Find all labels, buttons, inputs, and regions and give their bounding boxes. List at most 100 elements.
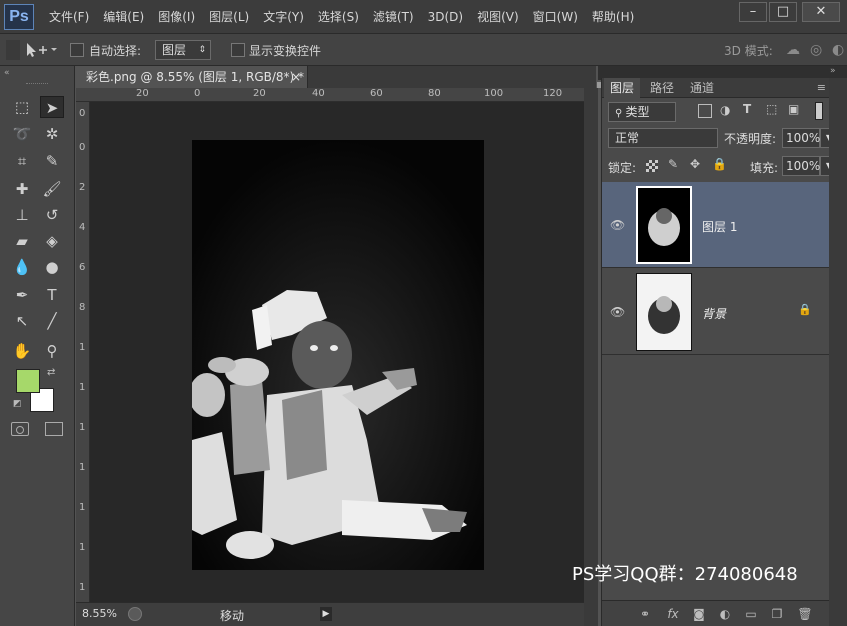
tab-channels[interactable]: 通道: [684, 78, 720, 98]
filter-type-icon[interactable]: T: [743, 102, 751, 116]
show-transform-checkbox[interactable]: [231, 42, 245, 57]
quick-mask-icon[interactable]: [11, 422, 29, 436]
collapse-toolbox-icon[interactable]: «: [4, 68, 10, 78]
visibility-eye-icon[interactable]: 👁: [610, 218, 625, 232]
vertical-scrollbar[interactable]: [584, 88, 598, 626]
move-tool-icon[interactable]: ➤: [40, 96, 64, 118]
paint-bucket-tool-icon[interactable]: ◈: [40, 230, 64, 252]
foreground-color-swatch[interactable]: [16, 369, 40, 393]
document-tab[interactable]: 彩色.png @ 8.55% (图层 1, RGB/8*) * ×: [76, 66, 308, 88]
lock-transparent-pixels-icon[interactable]: [646, 160, 658, 172]
layer-name[interactable]: 图层 1: [702, 218, 737, 235]
magic-wand-tool-icon[interactable]: ✲: [40, 123, 64, 145]
move-tool-preset-picker[interactable]: [24, 40, 58, 60]
layer-thumbnail-image: [648, 296, 680, 334]
pen-tool-icon[interactable]: ✒: [10, 284, 34, 306]
lock-position-icon[interactable]: ✥: [690, 157, 700, 171]
ruler-label: 1: [79, 582, 86, 593]
menu-help[interactable]: 帮助(H): [585, 0, 641, 34]
menu-select[interactable]: 选择(S): [311, 0, 366, 34]
delete-layer-icon[interactable]: 🗑: [796, 605, 814, 623]
watermark-text: PS学习QQ群：274080648: [572, 564, 798, 585]
document-image[interactable]: [192, 140, 484, 570]
auto-select-target-dropdown[interactable]: 图层 ⇕: [155, 40, 211, 60]
grip-handle[interactable]: [6, 40, 20, 60]
layers-panel: 图层 路径 通道 ≡ ⚲ 类型 ◑ T ⬚ ▣ 正常 不透明度: 100% ▼ …: [601, 78, 838, 626]
fill-input[interactable]: 100%: [782, 156, 820, 176]
menu-edit[interactable]: 编辑(E): [96, 0, 151, 34]
layer-name[interactable]: 背景: [702, 305, 726, 322]
inverted-child-photo: [192, 140, 484, 570]
menu-type[interactable]: 文字(Y): [256, 0, 311, 34]
new-layer-icon[interactable]: ❐: [768, 605, 786, 623]
clone-stamp-tool-icon[interactable]: ⊥: [10, 204, 34, 226]
new-group-icon[interactable]: ▭: [742, 605, 760, 623]
lock-all-icon[interactable]: 🔒: [712, 157, 727, 171]
minimize-button[interactable]: –: [739, 2, 767, 22]
brush-tool-icon[interactable]: 🖌: [40, 178, 64, 200]
screen-mode-icon[interactable]: [45, 422, 63, 436]
menu-image[interactable]: 图像(I): [151, 0, 202, 34]
filter-adjustment-icon[interactable]: ◑: [720, 103, 730, 117]
ruler-label: 80: [428, 88, 441, 99]
close-tab-icon[interactable]: ×: [291, 66, 301, 88]
layer-row-layer1[interactable]: 👁 图层 1: [602, 182, 830, 268]
filter-shape-icon[interactable]: ⬚: [766, 102, 777, 116]
toolbox-grip[interactable]: [26, 83, 48, 86]
filter-toggle-switch[interactable]: [815, 102, 823, 120]
drag-3d-icon[interactable]: ◐: [832, 42, 844, 58]
status-menu-arrow-icon[interactable]: ▶: [320, 607, 332, 621]
menu-3d[interactable]: 3D(D): [421, 0, 470, 34]
panel-tabs: 图层 路径 通道 ≡: [602, 78, 830, 98]
status-bar: 8.55% 移动 ▶: [76, 602, 584, 626]
menu-file[interactable]: 文件(F): [42, 0, 96, 34]
menu-bar: Ps 文件(F) 编辑(E) 图像(I) 图层(L) 文字(Y) 选择(S) 滤…: [0, 0, 847, 34]
layer-filter-dropdown[interactable]: ⚲ 类型: [608, 102, 676, 122]
menu-filter[interactable]: 滤镜(T): [366, 0, 421, 34]
auto-select-checkbox[interactable]: [70, 42, 84, 57]
fill-value: 100%: [786, 159, 821, 173]
swap-colors-icon[interactable]: ⇄: [47, 367, 55, 378]
tab-layers[interactable]: 图层: [604, 78, 641, 98]
eraser-tool-icon[interactable]: ▰: [10, 230, 34, 252]
roll-3d-icon[interactable]: ◎: [810, 42, 828, 58]
add-mask-icon[interactable]: ◙: [690, 605, 708, 623]
layer-row-background[interactable]: 👁 背景 🔒: [602, 269, 830, 355]
panel-menu-icon[interactable]: ≡: [817, 81, 826, 94]
link-layers-icon[interactable]: ⚭: [636, 605, 654, 623]
healing-brush-tool-icon[interactable]: ✚: [10, 178, 34, 200]
zoom-level[interactable]: 8.55%: [82, 607, 117, 620]
document-info-icon[interactable]: [128, 607, 142, 621]
path-selection-tool-icon[interactable]: ↖: [10, 310, 34, 332]
ruler-label: 1: [79, 422, 86, 433]
menu-view[interactable]: 视图(V): [470, 0, 526, 34]
zoom-tool-icon[interactable]: ⚲: [40, 340, 64, 362]
dodge-tool-icon[interactable]: ●: [40, 256, 64, 278]
canvas-area[interactable]: [90, 102, 584, 602]
menu-window[interactable]: 窗口(W): [526, 0, 585, 34]
eyedropper-tool-icon[interactable]: ✎: [40, 150, 64, 172]
tab-paths[interactable]: 路径: [644, 78, 680, 98]
menu-layer[interactable]: 图层(L): [202, 0, 256, 34]
add-layer-style-icon[interactable]: fx: [664, 605, 682, 623]
history-brush-tool-icon[interactable]: ↺: [40, 204, 64, 226]
crop-tool-icon[interactable]: ⌗: [10, 150, 34, 172]
new-adjustment-layer-icon[interactable]: ◐: [716, 605, 734, 623]
marquee-tool-icon[interactable]: ⬚: [10, 96, 34, 118]
default-colors-icon[interactable]: ◩: [13, 399, 22, 409]
type-tool-icon[interactable]: T: [40, 284, 64, 306]
filter-pixel-icon[interactable]: [698, 104, 712, 118]
restore-button[interactable]: □: [769, 2, 797, 22]
lasso-tool-icon[interactable]: ➰: [10, 123, 34, 145]
collapse-panels-icon[interactable]: »: [830, 66, 836, 76]
hand-tool-icon[interactable]: ✋: [10, 340, 34, 362]
line-tool-icon[interactable]: ╱: [40, 310, 64, 332]
orbit-3d-icon[interactable]: ☁: [786, 42, 804, 58]
lock-image-pixels-icon[interactable]: ✎: [668, 157, 678, 171]
opacity-input[interactable]: 100%: [782, 128, 820, 148]
blur-tool-icon[interactable]: 💧: [10, 256, 34, 278]
close-button[interactable]: ✕: [802, 2, 840, 22]
blend-mode-dropdown[interactable]: 正常: [608, 128, 718, 148]
visibility-eye-icon[interactable]: 👁: [610, 305, 625, 319]
filter-smart-object-icon[interactable]: ▣: [788, 102, 799, 116]
